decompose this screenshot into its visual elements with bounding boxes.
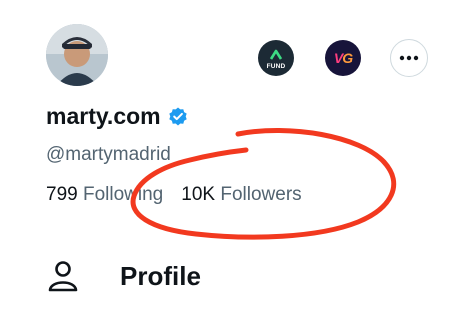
profile-label: Profile [120, 260, 201, 291]
followers-link[interactable]: 10K Followers [181, 184, 301, 206]
vg-logo-icon: VG [333, 50, 353, 66]
avatar[interactable] [46, 24, 108, 86]
menu-item-profile[interactable]: Profile [46, 259, 201, 293]
followers-label: Followers [220, 184, 302, 205]
person-icon [48, 261, 78, 292]
profile-screen: FUND VG marty.com @martymadrid 799 Follo… [0, 0, 474, 334]
following-count: 799 [46, 184, 78, 205]
user-handle: @martymadrid [46, 144, 171, 165]
display-name-text: marty.com [46, 103, 161, 129]
more-horizontal-icon [399, 55, 419, 61]
followers-count: 10K [181, 184, 216, 205]
verified-badge-icon[interactable] [167, 106, 189, 128]
fund-button[interactable]: FUND [258, 40, 294, 76]
display-name: marty.com [46, 103, 189, 130]
following-label: Following [82, 184, 164, 205]
more-options-button[interactable] [390, 39, 428, 77]
fund-logo-icon [269, 49, 283, 60]
vg-button[interactable]: VG [325, 40, 361, 76]
following-link[interactable]: 799 Following [46, 184, 163, 206]
follow-stats: 799 Following 10K Followers [46, 184, 302, 206]
fund-label: FUND [266, 63, 286, 70]
